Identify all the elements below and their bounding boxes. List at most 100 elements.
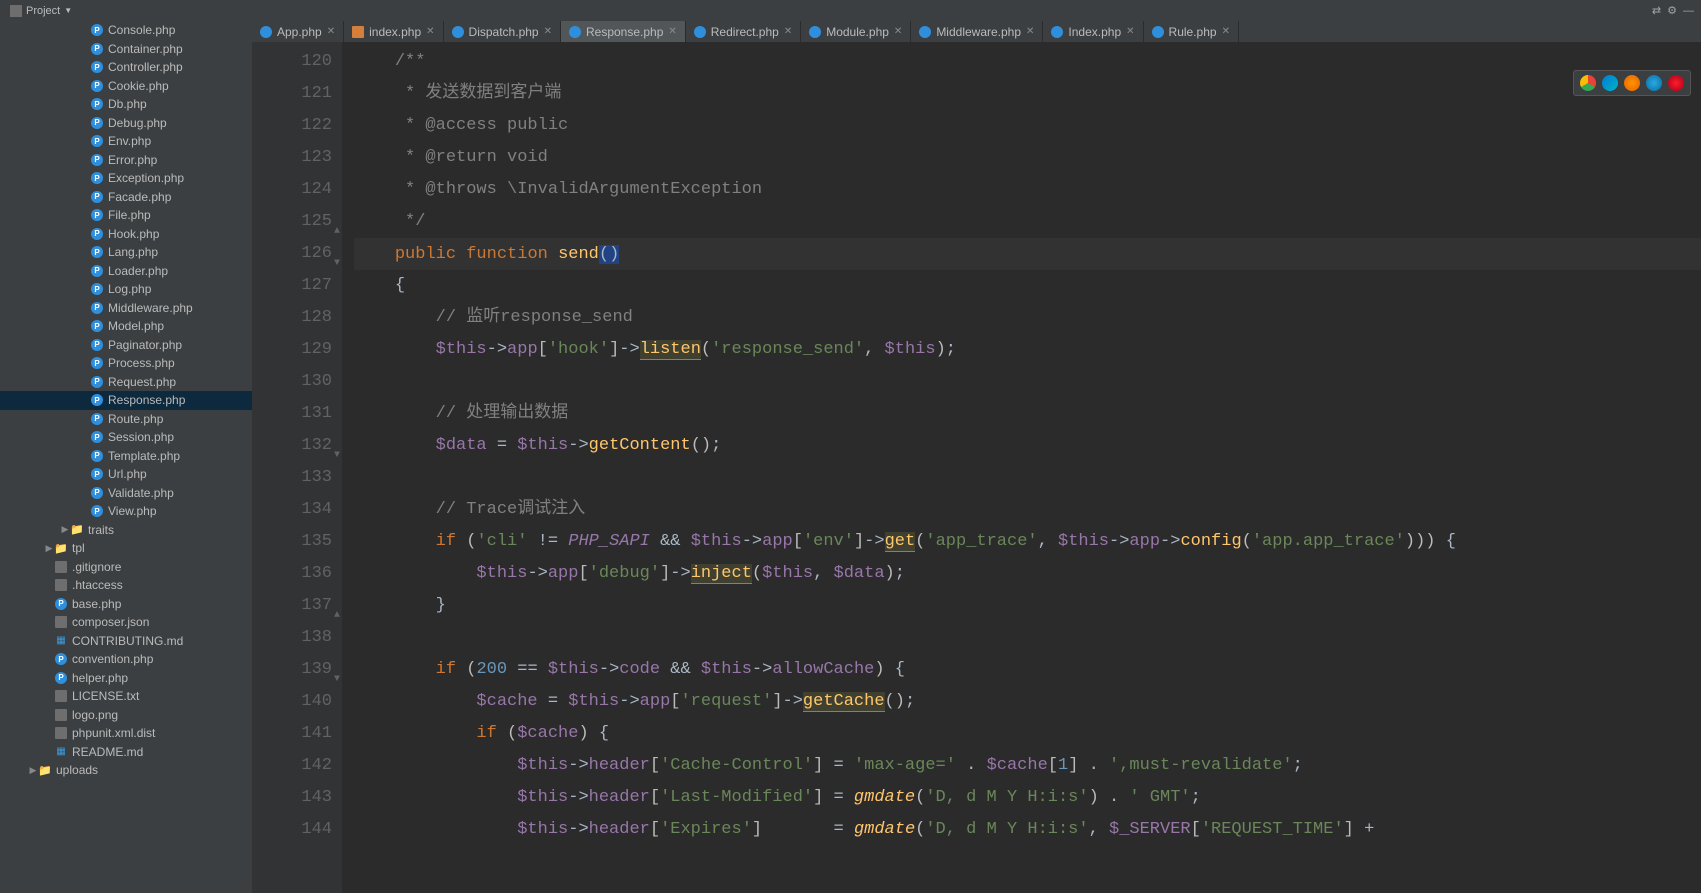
code-line[interactable]: { (354, 270, 1701, 302)
code-line[interactable]: $this->header['Last-Modified'] = gmdate(… (354, 782, 1701, 814)
code-line[interactable]: */ (354, 206, 1701, 238)
code-line[interactable] (354, 622, 1701, 654)
editor-tab[interactable]: Dispatch.php✕ (444, 21, 561, 42)
tree-item[interactable]: PRequest.php (0, 373, 252, 392)
code-line[interactable] (354, 366, 1701, 398)
editor-tab[interactable]: Index.php✕ (1043, 21, 1143, 42)
editor-tab[interactable]: Redirect.php✕ (686, 21, 801, 42)
line-number[interactable]: 139▼ (256, 654, 332, 686)
code-line[interactable]: $cache = $this->app['request']->getCache… (354, 686, 1701, 718)
editor-tab[interactable]: App.php✕ (252, 21, 344, 42)
close-icon[interactable]: ✕ (668, 26, 676, 37)
line-number[interactable]: 136 (256, 558, 332, 590)
fold-icon[interactable]: ▲ (328, 600, 340, 612)
code-line[interactable]: if ($cache) { (354, 718, 1701, 750)
tree-item[interactable]: logo.png (0, 706, 252, 725)
code-line[interactable]: if (200 == $this->code && $this->allowCa… (354, 654, 1701, 686)
tree-item[interactable]: PContainer.php (0, 40, 252, 59)
line-number[interactable]: 122 (256, 110, 332, 142)
line-number[interactable]: 124 (256, 174, 332, 206)
editor-tab[interactable]: index.php✕ (344, 21, 443, 42)
code-editor[interactable]: 120121122123124125▲126▼12712812913013113… (252, 42, 1701, 893)
code-line[interactable]: /** (354, 46, 1701, 78)
tree-item[interactable]: Pconvention.php (0, 650, 252, 669)
editor-tab[interactable]: Middleware.php✕ (911, 21, 1043, 42)
safari-icon[interactable] (1646, 75, 1662, 91)
line-number[interactable]: 121 (256, 78, 332, 110)
code-line[interactable]: if ('cli' != PHP_SAPI && $this->app['env… (354, 526, 1701, 558)
line-number[interactable]: 133 (256, 462, 332, 494)
line-number[interactable]: 135 (256, 526, 332, 558)
tree-item[interactable]: ▶📁tpl (0, 539, 252, 558)
tree-item[interactable]: .htaccess (0, 576, 252, 595)
line-number[interactable]: 138 (256, 622, 332, 654)
line-number[interactable]: 126▼ (256, 238, 332, 270)
code-line[interactable]: * @return void (354, 142, 1701, 174)
tree-item[interactable]: PView.php (0, 502, 252, 521)
line-number[interactable]: 137▲ (256, 590, 332, 622)
code-line[interactable]: public function send() (354, 238, 1701, 270)
tree-item[interactable]: PController.php (0, 58, 252, 77)
close-icon[interactable]: ✕ (426, 26, 434, 37)
code-line[interactable]: $this->header['Expires'] = gmdate('D, d … (354, 814, 1701, 846)
line-number[interactable]: 131 (256, 398, 332, 430)
close-icon[interactable]: ✕ (544, 26, 552, 37)
close-icon[interactable]: ✕ (1222, 26, 1230, 37)
line-number[interactable]: 142 (256, 750, 332, 782)
code-line[interactable]: * 发送数据到客户端 (354, 78, 1701, 110)
line-number[interactable]: 125▲ (256, 206, 332, 238)
line-number[interactable]: 144 (256, 814, 332, 846)
tree-item[interactable]: ▦CONTRIBUTING.md (0, 632, 252, 651)
line-number[interactable]: 127 (256, 270, 332, 302)
line-number[interactable]: 141 (256, 718, 332, 750)
code-line[interactable]: // 监听response_send (354, 302, 1701, 334)
line-number[interactable]: 123 (256, 142, 332, 174)
code-line[interactable] (354, 462, 1701, 494)
fold-icon[interactable]: ▼ (328, 248, 340, 260)
line-number[interactable]: 120 (256, 46, 332, 78)
line-gutter[interactable]: 120121122123124125▲126▼12712812913013113… (252, 42, 342, 893)
tree-item[interactable]: PLang.php (0, 243, 252, 262)
code-line[interactable]: $data = $this->getContent(); (354, 430, 1701, 462)
tree-item[interactable]: PPaginator.php (0, 336, 252, 355)
tree-item[interactable]: PConsole.php (0, 21, 252, 40)
fold-icon[interactable]: ▲ (328, 216, 340, 228)
tree-item[interactable]: PModel.php (0, 317, 252, 336)
project-sidebar[interactable]: PConsole.phpPContainer.phpPController.ph… (0, 21, 252, 893)
tree-item[interactable]: PCookie.php (0, 77, 252, 96)
close-icon[interactable]: ✕ (1026, 26, 1034, 37)
tree-item[interactable]: ▦README.md (0, 743, 252, 762)
tree-item[interactable]: .gitignore (0, 558, 252, 577)
line-number[interactable]: 128 (256, 302, 332, 334)
hide-icon[interactable]: — (1683, 5, 1694, 17)
line-number[interactable]: 129 (256, 334, 332, 366)
tree-item[interactable]: composer.json (0, 613, 252, 632)
tree-item[interactable]: phpunit.xml.dist (0, 724, 252, 743)
tree-item[interactable]: PRoute.php (0, 410, 252, 429)
tree-item[interactable]: PHook.php (0, 225, 252, 244)
gear-icon[interactable]: ⚙ (1667, 4, 1677, 17)
editor-tab[interactable]: Module.php✕ (801, 21, 911, 42)
tree-item[interactable]: PResponse.php (0, 391, 252, 410)
code-line[interactable]: // 处理输出数据 (354, 398, 1701, 430)
project-dropdown[interactable]: Project ▼ (4, 3, 78, 19)
tree-item[interactable]: PDb.php (0, 95, 252, 114)
tree-item[interactable]: PSession.php (0, 428, 252, 447)
line-number[interactable]: 140 (256, 686, 332, 718)
tree-item[interactable]: Pbase.php (0, 595, 252, 614)
chrome-icon[interactable] (1580, 75, 1596, 91)
tree-item[interactable]: PError.php (0, 151, 252, 170)
line-number[interactable]: 132▼ (256, 430, 332, 462)
tree-item[interactable]: PException.php (0, 169, 252, 188)
fold-icon[interactable]: ▼ (328, 440, 340, 452)
firefox-icon[interactable] (1624, 75, 1640, 91)
tree-item[interactable]: PValidate.php (0, 484, 252, 503)
code-line[interactable]: $this->app['hook']->listen('response_sen… (354, 334, 1701, 366)
code-line[interactable]: $this->header['Cache-Control'] = 'max-ag… (354, 750, 1701, 782)
code-line[interactable]: // Trace调试注入 (354, 494, 1701, 526)
line-number[interactable]: 130 (256, 366, 332, 398)
editor-tab[interactable]: Rule.php✕ (1144, 21, 1239, 42)
tree-item[interactable]: Phelper.php (0, 669, 252, 688)
code-line[interactable]: * @throws \InvalidArgumentException (354, 174, 1701, 206)
code-line[interactable]: } (354, 590, 1701, 622)
